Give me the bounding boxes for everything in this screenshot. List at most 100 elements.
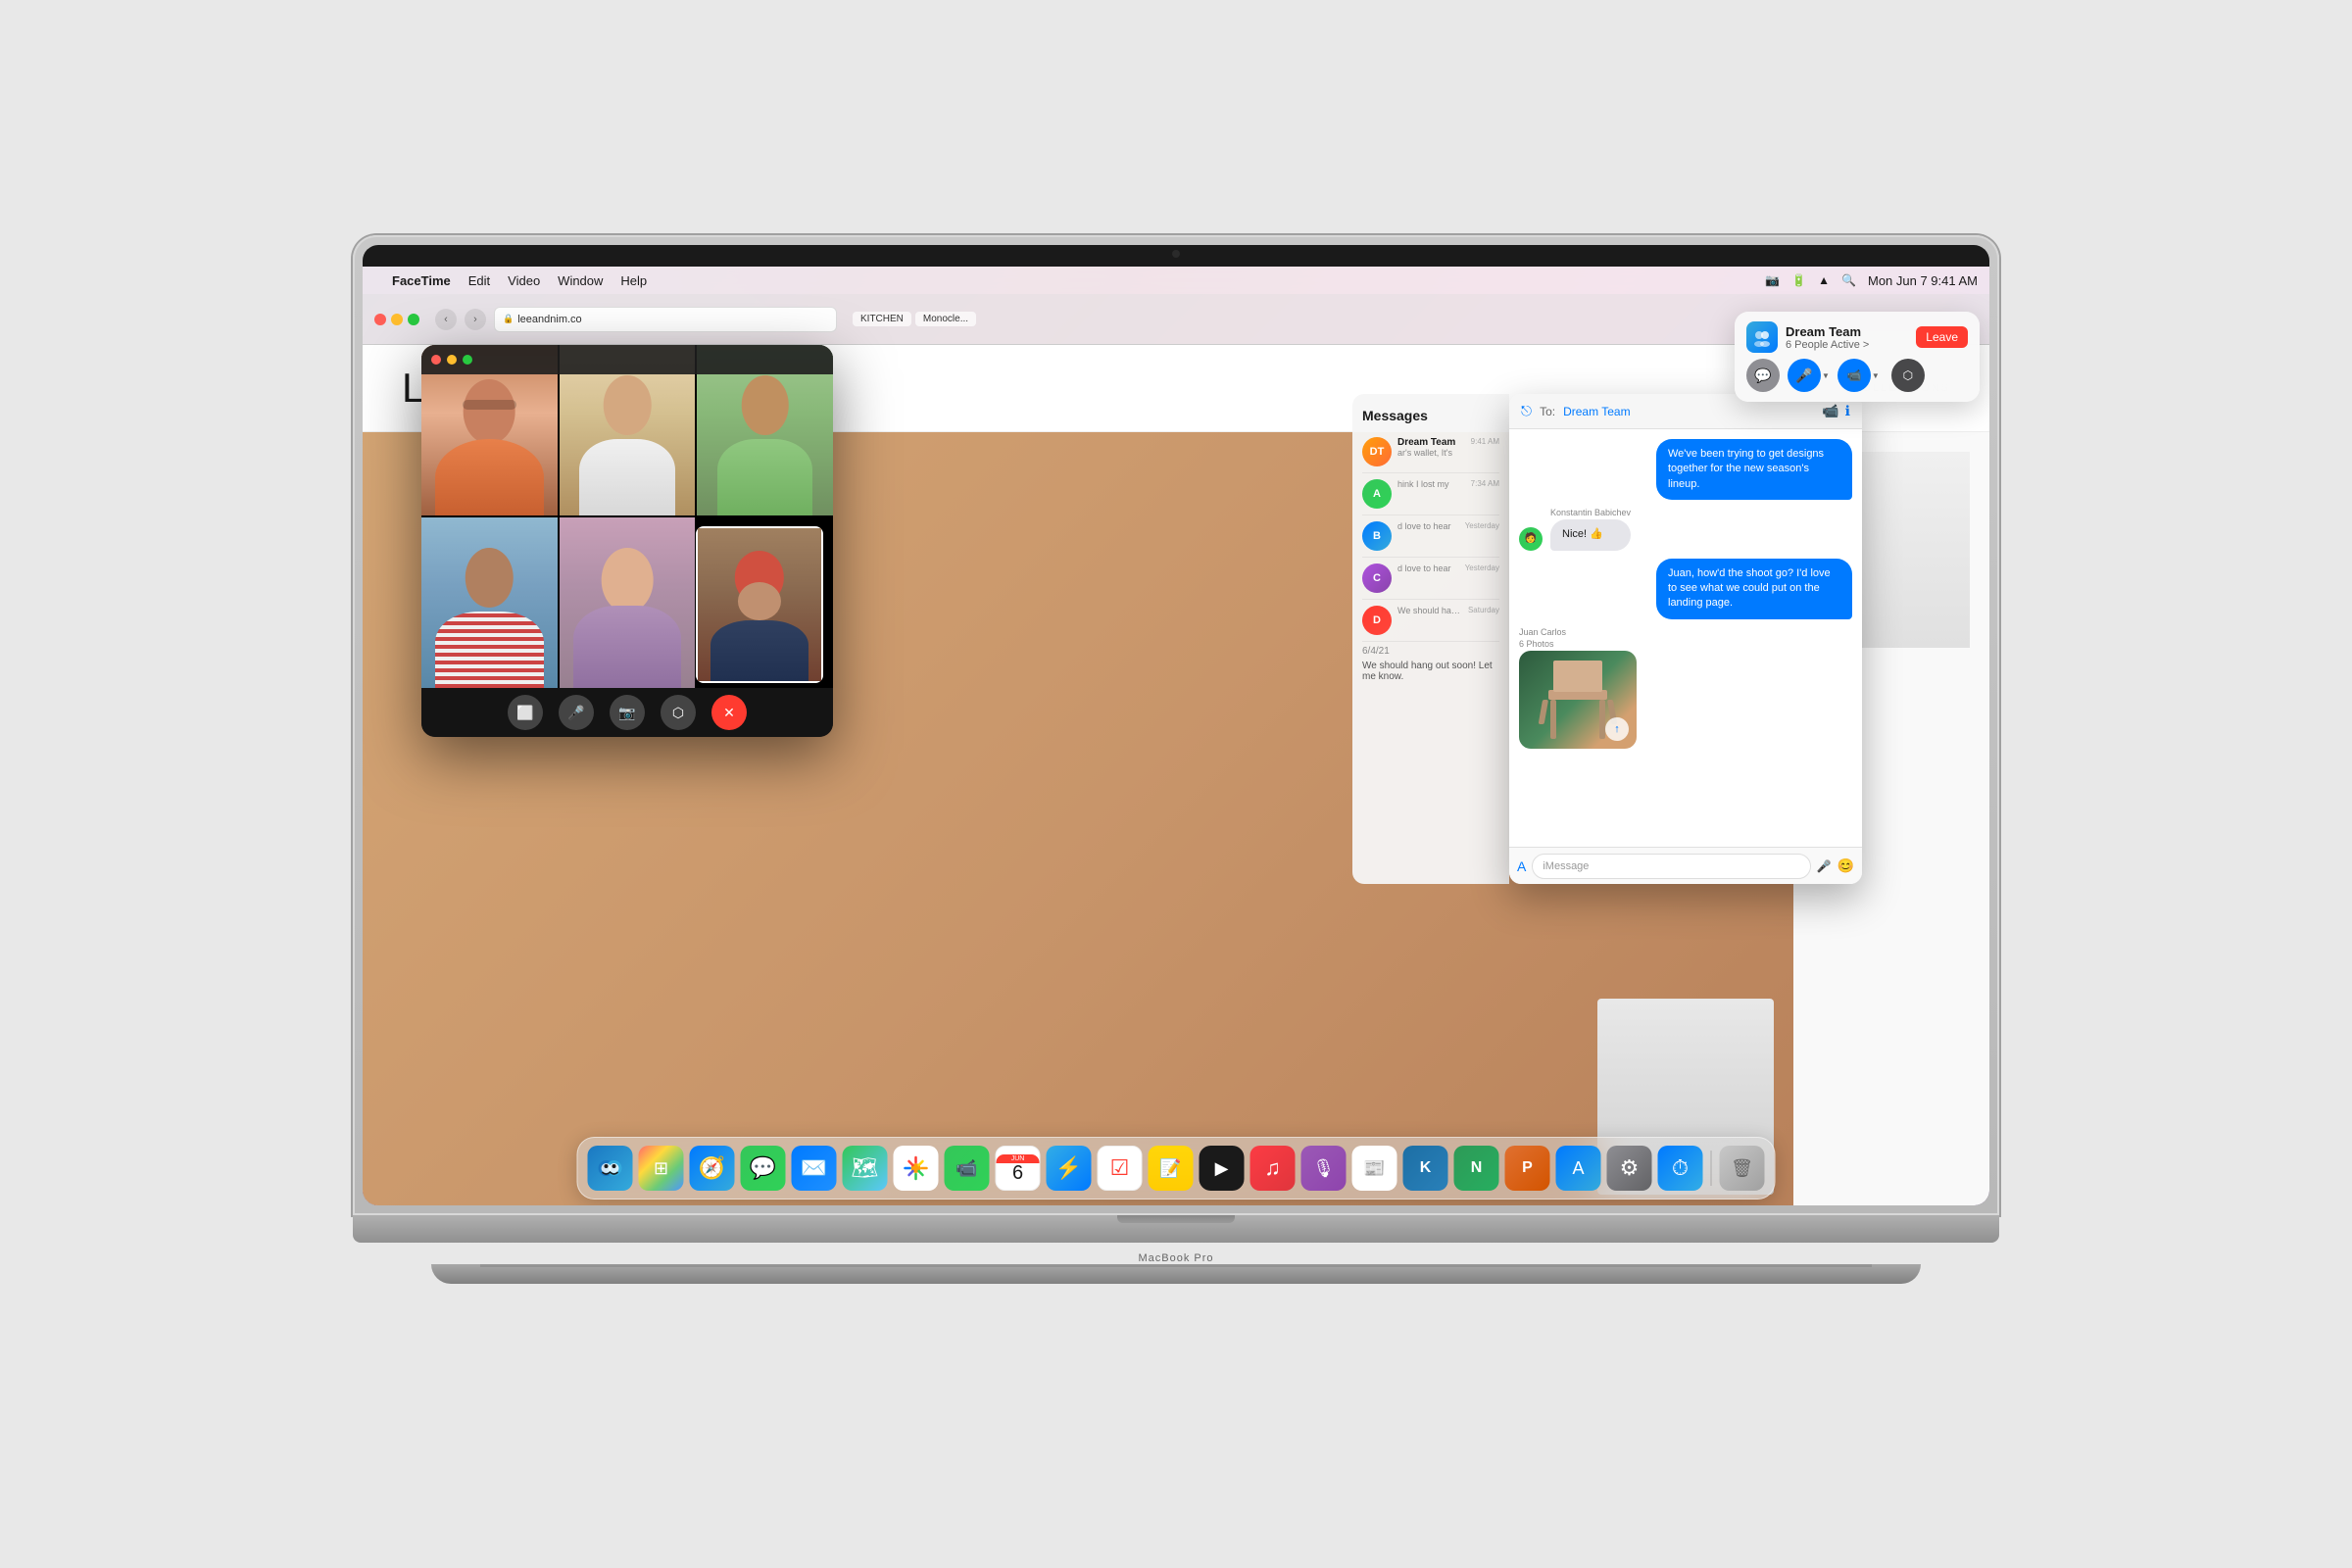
conversation-time: 9:41 AM [1471,437,1499,466]
dock-app-numbers[interactable]: N [1454,1146,1499,1191]
dock-app-systemprefs[interactable]: ⚙ [1607,1146,1652,1191]
message-photo-row: 6 Photos [1519,639,1852,651]
menubar-wifi-icon: ▲ [1818,273,1830,287]
dock-app-launchpad[interactable]: ⊞ [639,1146,684,1191]
browser-tab-kitchen[interactable]: KITCHEN [853,312,911,326]
messages-info-icon[interactable]: ℹ [1845,403,1850,419]
dock-app-photos[interactable] [894,1146,939,1191]
dock-app-shortcuts[interactable]: ⚡ [1047,1146,1092,1191]
menubar-datetime: Mon Jun 7 9:41 AM [1868,273,1978,288]
dock-app-music[interactable]: ♫ [1250,1146,1296,1191]
dock-app-pages[interactable]: P [1505,1146,1550,1191]
person3-body [717,439,812,515]
conversation-item-5[interactable]: D We should hang out soon! Let me know. … [1362,600,1499,642]
menubar-help[interactable]: Help [620,273,647,288]
facetime-share-btn[interactable]: ⬡ [661,695,696,730]
facetime-minimize-btn[interactable] [447,355,457,365]
shareplay-video-btn[interactable]: 📹 [1838,359,1871,392]
shareplay-leave-button[interactable]: Leave [1916,326,1968,348]
person5-body [573,606,682,688]
menubar-search-icon[interactable]: 🔍 [1841,273,1856,287]
dock-app-safari[interactable]: 🧭 [690,1146,735,1191]
dock-app-podcasts[interactable]: 🎙 [1301,1146,1347,1191]
conversation-avatar-5: D [1362,606,1392,635]
shareplay-mic-arrow[interactable]: ▼ [1822,371,1830,380]
browser-minimize-btn[interactable] [391,314,403,325]
facetime-participant-5 [560,517,696,688]
shareplay-screen-btn[interactable]: ⬡ [1891,359,1925,392]
macbook-model-label: MacBook Pro [1138,1252,1213,1264]
facetime-window-controls [431,355,472,365]
menubar-video[interactable]: Video [508,273,540,288]
facetime-mic-btn[interactable]: 🎤 [559,695,594,730]
dock-app-screentime[interactable]: ⏱ [1658,1146,1703,1191]
message-photo-preview: ↑ [1519,651,1637,749]
shareplay-mic-btn[interactable]: 🎤 [1788,359,1821,392]
shareplay-video-arrow[interactable]: ▼ [1872,371,1880,380]
facetime-end-call-btn[interactable]: ✕ [711,695,747,730]
menubar-app-name[interactable]: FaceTime [392,273,451,288]
conversation-time-5: Saturday [1468,606,1499,635]
conversation-item-dreamteam[interactable]: DT Dream Team ar's wallet, It's 9:41 AM [1362,431,1499,473]
dock: ⊞ 🧭 💬 ✉️ 🗺 [577,1137,1776,1200]
camera-dot [1172,250,1180,258]
person4-body [435,612,544,688]
menubar-edit[interactable]: Edit [468,273,490,288]
browser-address-bar[interactable]: 🔒 leeandnim.co [494,307,837,332]
messages-emoji-icon[interactable]: 😊 [1838,858,1854,874]
dock-app-facetime[interactable]: 📹 [945,1146,990,1191]
facetime-screen-share-btn[interactable]: ⬜ [508,695,543,730]
dock-app-messages[interactable]: 💬 [741,1146,786,1191]
message-sent-1: We've been trying to get designs togethe… [1519,439,1852,500]
person2-head [604,375,652,435]
conversation-avatar: DT [1362,437,1392,466]
conversation-content: Dream Team ar's wallet, It's [1397,437,1465,466]
messages-apps-icon[interactable]: A [1517,858,1526,874]
menubar-right: 📷 🔋 ▲ 🔍 Mon Jun 7 9:41 AM [1765,273,1978,288]
dock-app-notes[interactable]: 📝 [1149,1146,1194,1191]
conversation-item-4[interactable]: C d love to hear Yesterday [1362,558,1499,600]
dock-app-appstore[interactable]: A [1556,1146,1601,1191]
conversation-item-3[interactable]: B d love to hear Yesterday [1362,515,1499,558]
dock-app-maps[interactable]: 🗺 [843,1146,888,1191]
browser-back-btn[interactable]: ‹ [435,309,457,330]
person4-head [466,548,514,608]
shareplay-message-btn[interactable]: 💬 [1746,359,1780,392]
dock-app-news[interactable]: 📰 [1352,1146,1397,1191]
shareplay-notification: Dream Team 6 People Active > Leave 💬 🎤 [1735,312,1980,402]
browser-tab-monocle[interactable]: Monocle... [915,312,976,326]
conversation-item-2[interactable]: A hink I lost my 7:34 AM [1362,473,1499,515]
person2-body [579,439,674,515]
person1-head [464,379,515,444]
person1-body [435,439,544,515]
menubar-camera-icon: 📷 [1765,273,1780,287]
conversation-avatar-2: A [1362,479,1392,509]
messages-dictate-icon[interactable]: 🎤 [1817,859,1832,873]
browser-close-btn[interactable] [374,314,386,325]
messages-input-field[interactable]: iMessage [1532,854,1810,879]
menubar-left: FaceTime Edit Video Window Help [374,273,647,288]
browser-forward-btn[interactable]: › [465,309,486,330]
dock-app-appletv[interactable]: ▶ [1200,1146,1245,1191]
dock-app-keynote[interactable]: K [1403,1146,1448,1191]
message-received-1-content: Konstantin Babichev Nice! 👍 [1550,508,1631,550]
messages-facetime-video-icon[interactable]: 📹 [1822,403,1838,419]
messages-new-compose-icon[interactable]: ⎋ [1521,403,1532,419]
facetime-camera-btn[interactable]: 📷 [610,695,645,730]
dock-app-reminders[interactable]: ☑ [1098,1146,1143,1191]
menubar-battery-icon: 🔋 [1791,273,1806,287]
facetime-close-btn[interactable] [431,355,441,365]
person1-glasses [463,400,516,410]
conversation-content-5: We should hang out soon! Let me know. [1397,606,1462,635]
browser-maximize-btn[interactable] [408,314,419,325]
macbook-foot [431,1264,1921,1284]
dock-app-finder[interactable] [588,1146,633,1191]
dock-app-calendar[interactable]: JUN 6 [996,1146,1041,1191]
facetime-person-bg-5 [560,517,696,688]
menubar-window[interactable]: Window [558,273,603,288]
dock-app-trash[interactable]: 🗑 [1720,1146,1765,1191]
facetime-zoom-btn[interactable] [463,355,472,365]
photo-share-icon[interactable]: ↑ [1605,717,1629,741]
messages-to-label: To: [1540,405,1555,418]
dock-app-mail[interactable]: ✉️ [792,1146,837,1191]
